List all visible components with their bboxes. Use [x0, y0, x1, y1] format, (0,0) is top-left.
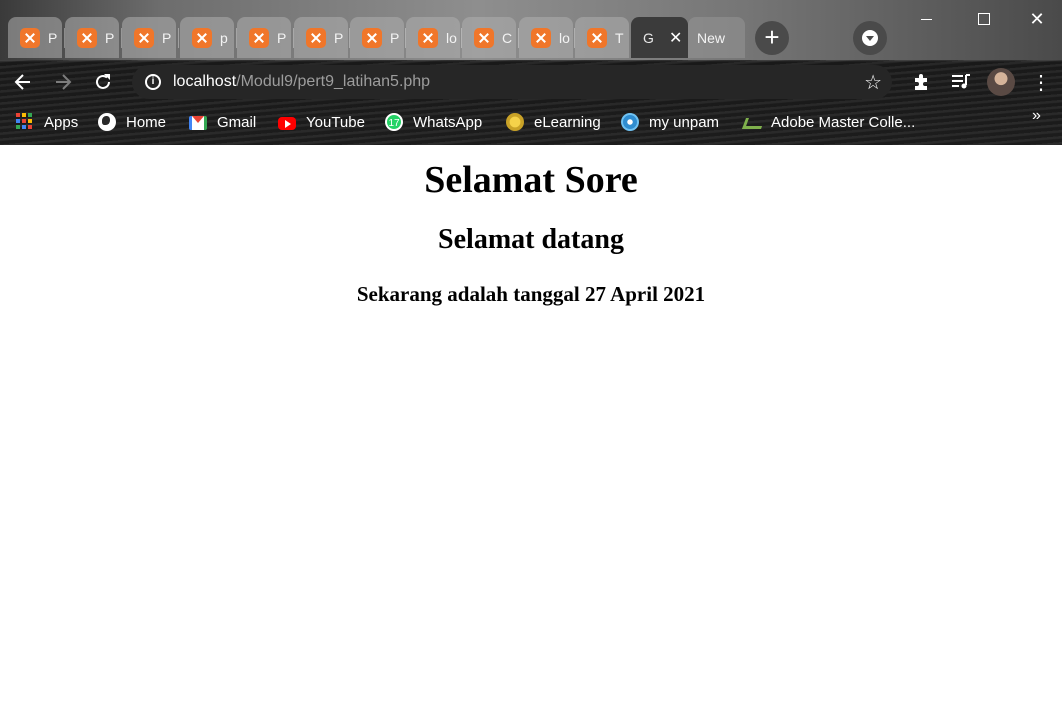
tab-label: lo [446, 29, 457, 46]
maximize-icon [978, 13, 990, 25]
xampp-favicon-icon [531, 27, 551, 48]
tab-label: C [502, 29, 513, 46]
new-tab-button[interactable]: + [755, 21, 789, 55]
tab-search-button[interactable] [853, 21, 887, 55]
globe-icon [98, 113, 116, 131]
maximize-button[interactable] [955, 0, 1013, 38]
url-text[interactable]: localhost/Modul9/pert9_latihan5.php [173, 73, 430, 91]
back-button[interactable] [9, 68, 37, 96]
tab-new[interactable]: New [688, 17, 745, 58]
xampp-favicon-icon [192, 27, 212, 48]
xampp-favicon-icon [20, 27, 40, 48]
tab-1[interactable]: P [8, 17, 62, 58]
bookmark-home[interactable]: Home [98, 110, 166, 134]
tab-label: New [697, 29, 726, 46]
tab-active[interactable]: G ✕ [631, 17, 688, 58]
tab-2[interactable]: P [65, 17, 119, 58]
minimize-button[interactable] [897, 0, 955, 38]
url-host: localhost [173, 73, 237, 90]
elearning-icon [506, 113, 524, 131]
window-close-button[interactable]: ✕ [1012, 0, 1062, 38]
puzzle-icon [915, 74, 927, 90]
bookmark-label: WhatsApp [413, 113, 483, 131]
tab-label: p [220, 29, 228, 46]
reload-button[interactable] [89, 68, 117, 96]
playlist-icon [952, 74, 970, 89]
bookmark-label: Home [126, 113, 167, 131]
close-icon: ✕ [1029, 8, 1045, 29]
minimize-icon [920, 18, 932, 20]
forward-button[interactable] [49, 68, 77, 96]
tab-label: P [334, 29, 344, 46]
tab-label: P [48, 29, 58, 46]
tab-9[interactable]: C [462, 17, 516, 58]
gmail-icon [189, 116, 207, 130]
bookmark-label: Adobe Master Colle... [771, 113, 916, 131]
tab-label: P [162, 29, 172, 46]
chevron-down-icon [862, 30, 878, 46]
tab-7[interactable]: P [350, 17, 404, 58]
close-tab-icon[interactable]: ✕ [669, 28, 682, 48]
bookmark-gmail[interactable]: Gmail [189, 110, 256, 134]
xampp-favicon-icon [306, 27, 326, 48]
arrow-left-icon [14, 74, 30, 90]
bookmark-label: eLearning [534, 113, 601, 131]
bookmark-star-icon[interactable]: ☆ [864, 70, 882, 95]
bookmark-adobe[interactable]: Adobe Master Colle... [743, 110, 915, 134]
tab-8[interactable]: lo [406, 17, 460, 58]
tab-label: T [615, 29, 624, 46]
media-control-button[interactable] [948, 69, 974, 95]
bookmark-whatsapp[interactable]: 17 WhatsApp [385, 110, 482, 134]
tab-10[interactable]: lo [519, 17, 573, 58]
tab-6[interactable]: P [294, 17, 348, 58]
bookmarks-overflow-button[interactable]: » [1032, 107, 1041, 125]
tab-11[interactable]: T [575, 17, 629, 58]
bookmark-label: my unpam [649, 113, 720, 131]
kebab-menu-icon[interactable]: ⋮ [1028, 69, 1054, 95]
greeting-heading: Selamat Sore [424, 159, 638, 201]
welcome-heading: Selamat datang [438, 224, 624, 255]
page-content: Selamat Sore Selamat datang Sekarang ada… [0, 145, 1062, 710]
xampp-favicon-icon [77, 27, 97, 48]
profile-avatar[interactable] [987, 68, 1015, 96]
tab-5[interactable]: P [237, 17, 291, 58]
bookmark-label: Apps [44, 113, 79, 131]
tab-label: P [105, 29, 115, 46]
tab-3[interactable]: P [122, 17, 176, 58]
tab-label: lo [559, 29, 570, 46]
adobe-icon [743, 113, 761, 131]
bookmark-label: Gmail [217, 113, 257, 131]
address-bar[interactable]: i localhost/Modul9/pert9_latihan5.php ☆ [132, 65, 892, 99]
bookmark-youtube[interactable]: YouTube [278, 110, 365, 134]
toolbar: i localhost/Modul9/pert9_latihan5.php ☆ … [0, 60, 1062, 104]
tab-4[interactable]: p [180, 17, 234, 58]
tab-separator [178, 28, 179, 48]
xampp-favicon-icon [249, 27, 269, 48]
whatsapp-icon: 17 [385, 113, 403, 131]
url-path: /Modul9/pert9_latihan5.php [236, 73, 431, 90]
bookmarks-bar: Apps Home Gmail YouTube 17 WhatsApp eLea… [0, 106, 1062, 138]
bookmark-label: YouTube [306, 113, 365, 131]
bookmark-my-unpam[interactable]: my unpam [621, 110, 719, 134]
arrow-right-icon [56, 74, 72, 90]
xampp-favicon-icon [474, 27, 494, 48]
extensions-button[interactable] [908, 69, 934, 95]
apps-grid-icon [16, 113, 34, 131]
tab-label: G [643, 29, 654, 46]
xampp-favicon-icon [587, 27, 607, 48]
youtube-icon [278, 116, 296, 130]
browser-chrome: P P P p P P P lo C lo T G ✕ New + ✕ i lo… [0, 0, 1062, 145]
tab-label: P [390, 29, 400, 46]
xampp-favicon-icon [362, 27, 382, 48]
xampp-favicon-icon [418, 27, 438, 48]
tab-label: P [277, 29, 287, 46]
reload-icon [96, 74, 110, 89]
bookmark-apps[interactable]: Apps [16, 110, 78, 134]
date-heading: Sekarang adalah tanggal 27 April 2021 [356, 282, 706, 306]
bookmark-elearning[interactable]: eLearning [506, 110, 601, 134]
info-icon[interactable]: i [145, 74, 161, 90]
xampp-favicon-icon [134, 27, 154, 48]
tab-strip: P P P p P P P lo C lo T G ✕ New + ✕ [0, 0, 1062, 60]
unpam-icon [621, 113, 639, 131]
